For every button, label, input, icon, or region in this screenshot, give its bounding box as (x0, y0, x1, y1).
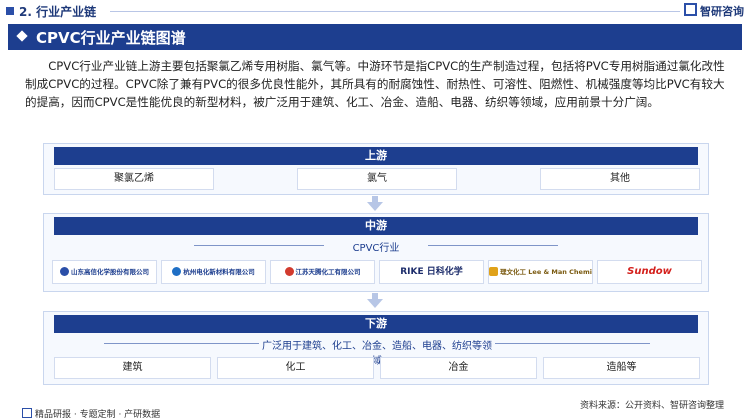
upstream-item: 氯气 (297, 168, 457, 190)
header-divider (110, 11, 680, 12)
downstream-item: 造船等 (543, 357, 700, 379)
company-logo: 山东高信化学股份有限公司 (52, 260, 157, 284)
label-line-right (428, 245, 558, 246)
company-logo: 江苏天腾化工有限公司 (270, 260, 375, 284)
section-square-icon (6, 7, 14, 15)
footer: 资料来源：公开资料、智研咨询整理 精品研报 · 专题定制 · 产研数据 (0, 398, 750, 420)
company-name: 江苏天腾化工有限公司 (295, 268, 361, 276)
company-logo-icon (489, 267, 498, 276)
upstream-panel: 上游 聚氯乙烯 氯气 其他 (43, 143, 709, 195)
company-logo: RIKE 日科化学 (379, 260, 484, 284)
footer-tagline: 精品研报 · 专题定制 · 产研数据 (22, 407, 160, 420)
company-name: RIKE 日科化学 (400, 267, 463, 277)
company-logo-icon (172, 267, 182, 276)
company-name: 杭州电化新材料有限公司 (183, 268, 255, 276)
label-line-left (194, 245, 324, 246)
brand-mark-icon (684, 3, 697, 16)
intro-paragraph: CPVC行业产业链上游主要包括聚氯乙烯专用树脂、氯气等。中游环节是指CPVC的生… (25, 59, 725, 109)
source-note: 资料来源：公开资料、智研咨询整理 (579, 401, 724, 411)
brand-logo: 智研咨询 (684, 3, 744, 19)
top-bar: 2. 行业产业链 智研咨询 (0, 0, 750, 22)
company-logo: 杭州电化新材料有限公司 (161, 260, 266, 284)
title-banner: CPVC行业产业链图谱 (8, 24, 742, 50)
upstream-item: 聚氯乙烯 (54, 168, 214, 190)
company-logo: 理文化工 Lee & Man Chemical (488, 260, 593, 284)
company-logo: Sundow (597, 260, 702, 284)
label-line-left (104, 343, 259, 344)
downstream-item: 冶金 (380, 357, 537, 379)
label-line-right (495, 343, 650, 344)
company-name: 理文化工 Lee & Man Chemical (500, 268, 593, 276)
diamond-icon (16, 30, 28, 42)
upstream-item: 其他 (540, 168, 700, 190)
midstream-label: CPVC行业 (352, 243, 400, 254)
company-name: 山东高信化学股份有限公司 (71, 268, 149, 276)
section-label: 2. 行业产业链 (19, 5, 97, 19)
company-logo-icon (60, 267, 69, 276)
flow-arrow-icon (367, 202, 383, 211)
midstream-title: 中游 (54, 217, 698, 235)
downstream-item: 建筑 (54, 357, 211, 379)
company-name: Sundow (627, 266, 672, 277)
flow-arrow-icon (367, 299, 383, 308)
upstream-title: 上游 (54, 147, 698, 165)
company-logo-icon (284, 267, 294, 276)
section-title: 2. 行业产业链 (6, 3, 96, 20)
downstream-title: 下游 (54, 315, 698, 333)
midstream-panel: 中游 CPVC行业 山东高信化学股份有限公司 杭州电化新材料有限公司 江苏天腾化… (43, 213, 709, 292)
footer-tagline-text: 精品研报 · 专题定制 · 产研数据 (35, 410, 161, 420)
footer-mark-icon (22, 408, 32, 418)
downstream-panel: 下游 广泛用于建筑、化工、冶金、造船、电器、纺织等领域 建筑 化工 冶金 造船等 (43, 311, 709, 385)
brand-name: 智研咨询 (700, 5, 744, 18)
downstream-item: 化工 (217, 357, 374, 379)
page-title: CPVC行业产业链图谱 (36, 29, 186, 47)
